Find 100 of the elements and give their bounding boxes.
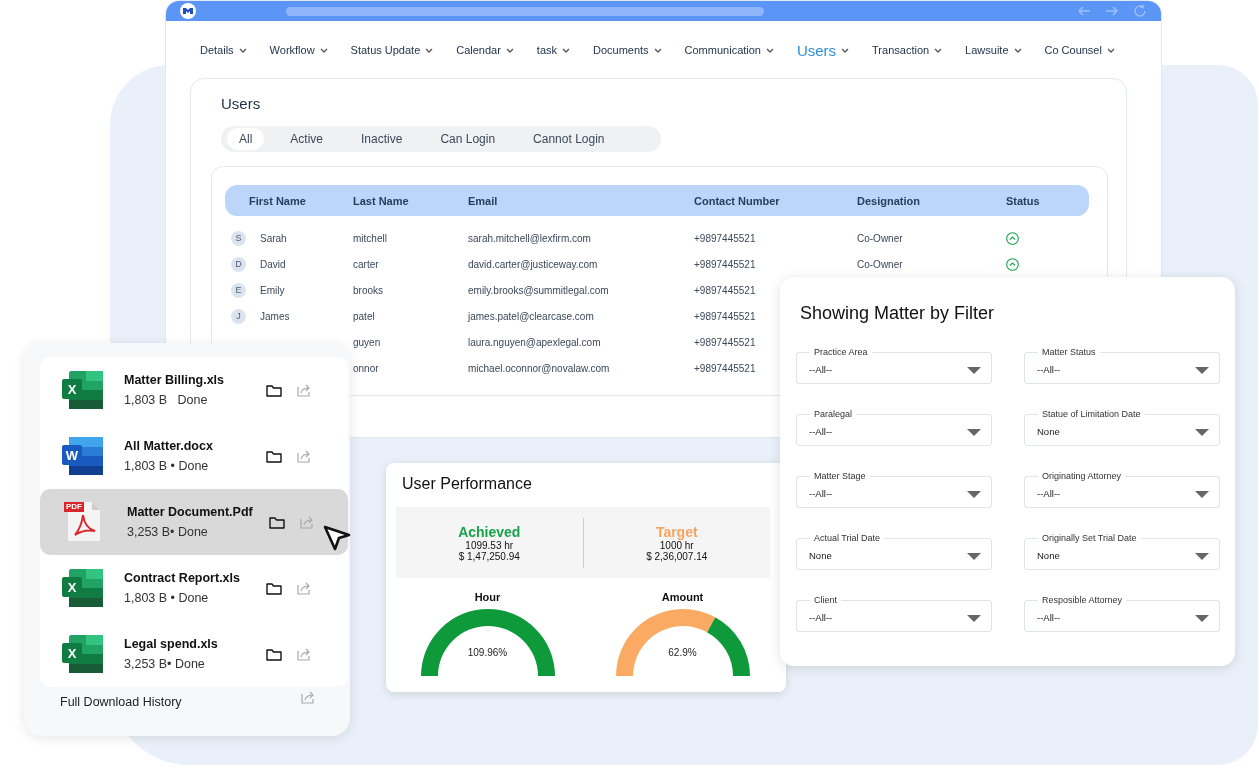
file-size: 1,803 B • Done: [124, 459, 210, 473]
avatar: J: [231, 308, 246, 324]
download-item[interactable]: X Contract Report.xls 1,803 B • Done: [40, 555, 348, 621]
back-arrow-icon[interactable]: [1077, 6, 1091, 16]
gauge-value: 109.96%: [467, 647, 508, 658]
file-type-label: PDF: [64, 502, 84, 512]
table-cell: +9897445521: [694, 232, 756, 244]
file-name: Matter Document.Pdf: [127, 505, 254, 519]
nav-menu-item[interactable]: Documents: [592, 44, 662, 56]
amount-value: $ 1,47,250.94: [458, 550, 520, 562]
dropdown-arrow-icon: [1195, 614, 1209, 622]
nav-menu-item[interactable]: Lawsuite: [965, 44, 1022, 56]
spreadsheet-icon: [60, 370, 106, 410]
nav-menu-item[interactable]: Users: [796, 41, 850, 59]
field-label: Practice Area: [810, 347, 872, 357]
file-name: Matter Billing.xls: [124, 373, 226, 387]
chevron-down-icon: [505, 47, 514, 53]
field-label: Actual Trial Date: [810, 533, 885, 543]
refresh-icon[interactable]: [1133, 4, 1147, 18]
table-cell: michael.oconnor@novalaw.com: [468, 362, 610, 374]
share-icon[interactable]: [296, 382, 312, 398]
table-cell: james.patel@clearcase.com: [468, 310, 594, 322]
chevron-down-icon: [766, 47, 774, 53]
table-cell: sarah.mitchell@lexfirm.com: [468, 232, 591, 244]
field-label: Resposible Attorney: [1038, 595, 1127, 605]
folder-icon[interactable]: [266, 581, 282, 595]
field-label: Paralegal: [810, 409, 857, 419]
filter-tab[interactable]: Cannot Login: [521, 128, 617, 150]
download-item[interactable]: PDF Matter Document.Pdf 3,253 B• Done: [40, 489, 348, 555]
avatar: S: [231, 230, 246, 246]
field-label: Client: [810, 595, 841, 605]
address-bar[interactable]: [286, 6, 764, 16]
share-icon[interactable]: [296, 646, 312, 662]
nav-menu-item[interactable]: Workflow: [269, 44, 328, 56]
dropdown-arrow-icon: [1195, 366, 1209, 374]
card-title: User Performance: [402, 475, 532, 493]
column-header: Last Name: [353, 194, 410, 207]
avatar: E: [231, 282, 246, 298]
dropdown-arrow-icon: [1195, 552, 1209, 560]
nav-menu-item[interactable]: Co Counsel: [1044, 44, 1115, 56]
gauge-label: Hour: [474, 591, 501, 603]
file-name: Legal spend.xls: [124, 637, 219, 651]
table-cell: carter: [353, 258, 379, 270]
table-cell: brooks: [353, 284, 383, 296]
file-size: 1,803 B Done: [124, 393, 209, 407]
column-header: Designation: [857, 194, 921, 207]
share-icon[interactable]: [296, 580, 312, 596]
folder-icon[interactable]: [266, 383, 282, 397]
download-history-link[interactable]: Full Download History: [60, 695, 285, 709]
avatar: D: [231, 256, 246, 272]
folder-icon[interactable]: [266, 449, 282, 463]
amount-value: $ 2,36,007.14: [646, 550, 708, 562]
share-icon[interactable]: [296, 448, 312, 464]
app-logo-icon: [180, 3, 196, 19]
column-header: Email: [468, 194, 499, 207]
file-size: 1,803 B • Done: [124, 591, 210, 605]
chevron-down-icon: [425, 47, 434, 53]
share-icon[interactable]: [299, 514, 315, 530]
chevron-down-icon: [934, 47, 943, 53]
chevron-down-icon: [562, 47, 570, 53]
icon-letter: X: [66, 644, 78, 663]
dropdown-arrow-icon: [967, 490, 981, 498]
folder-icon[interactable]: [266, 647, 282, 661]
field-label: Originally Set Trial Date: [1038, 533, 1141, 543]
folder-icon[interactable]: [269, 515, 285, 529]
table-cell: +9897445521: [694, 362, 756, 374]
download-item[interactable]: W All Matter.docx 1,803 B • Done: [40, 423, 348, 489]
nav-menu-item[interactable]: Calendar: [456, 44, 514, 56]
share-icon[interactable]: [300, 689, 316, 705]
column-header: First Name: [248, 194, 306, 207]
table-cell: David: [260, 258, 286, 270]
download-item[interactable]: X Legal spend.xls 3,253 B• Done: [40, 621, 348, 687]
dropdown-arrow-icon: [967, 428, 981, 436]
filter-tab[interactable]: Inactive: [349, 128, 415, 150]
icon-letter: X: [66, 380, 78, 399]
nav-menu-item[interactable]: task: [536, 44, 570, 56]
filter-tab[interactable]: All: [227, 128, 265, 150]
download-item[interactable]: X Matter Billing.xls 1,803 B Done: [40, 357, 348, 423]
dropdown-arrow-icon: [967, 366, 981, 374]
dropdown-arrow-icon: [1195, 428, 1209, 436]
nav-menu-item[interactable]: Details: [200, 44, 247, 56]
filter-tab[interactable]: Active: [278, 128, 336, 150]
filter-tab[interactable]: Can Login: [428, 128, 508, 150]
chevron-down-icon: [653, 47, 662, 53]
table-cell: +9897445521: [694, 258, 756, 270]
column-header: Status: [1005, 194, 1041, 207]
forward-arrow-icon[interactable]: [1105, 6, 1119, 16]
nav-menu-item[interactable]: Status Update: [350, 44, 434, 56]
table-cell: Co-Owner: [857, 232, 903, 244]
gauge-value: 62.9%: [668, 647, 697, 658]
gauge-track: [706, 617, 750, 676]
table-cell: laura.nguyen@apexlegal.com: [468, 336, 601, 348]
field-label: Matter Stage: [810, 471, 870, 481]
table-cell: +9897445521: [694, 284, 756, 296]
spreadsheet-icon: [60, 634, 106, 674]
nav-menu-item[interactable]: Communication: [684, 44, 774, 56]
nav-menu-item[interactable]: Transaction: [872, 44, 943, 56]
file-size: 3,253 B• Done: [127, 525, 209, 539]
table-cell: mitchell: [353, 232, 387, 244]
table-cell: emily.brooks@summitlegal.com: [468, 284, 609, 296]
